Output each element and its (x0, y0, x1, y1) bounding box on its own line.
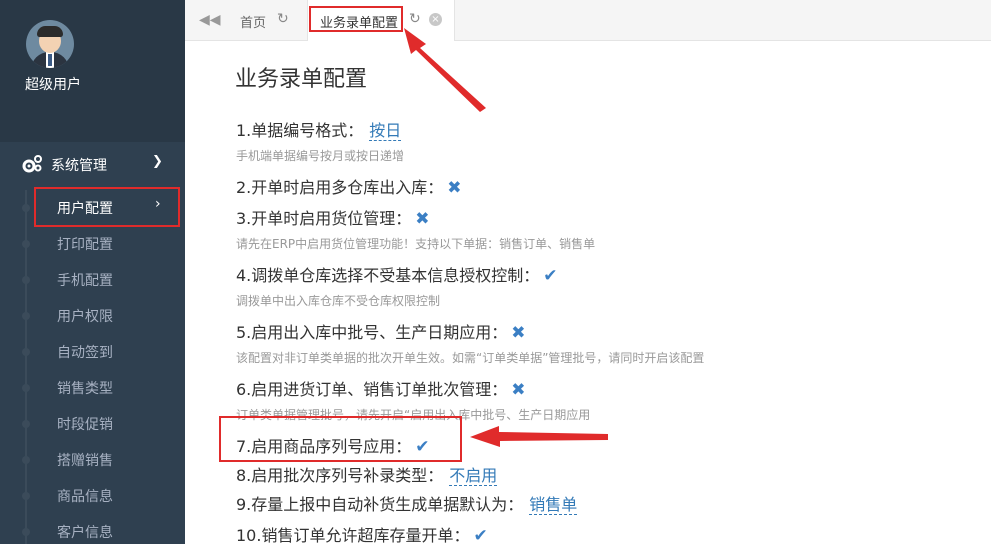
avatar[interactable] (26, 20, 74, 68)
sidebar-item-label: 手机配置 (57, 273, 113, 289)
menu-system-management[interactable]: 系统管理 ❯ (0, 150, 185, 178)
order-number-format-select[interactable]: 按日 (369, 121, 402, 141)
bullet-icon (22, 204, 30, 212)
setting-9: 9.存量上报中自动补货生成单据默认为： 销售单 (236, 491, 578, 515)
setting-label: 2.开单时启用多仓库出入库： (236, 178, 444, 197)
sidebar-item-customer-info[interactable]: 客户信息 (0, 514, 185, 544)
bullet-icon (22, 384, 30, 392)
sidebar-item-mobile-config[interactable]: 手机配置 (0, 262, 185, 298)
setting-4: 4.调拨单仓库选择不受基本信息授权控制： ✔ (236, 262, 558, 286)
auto-replenish-doc-select[interactable]: 销售单 (529, 495, 578, 515)
sidebar-item-label: 打印配置 (57, 237, 113, 253)
sidebar: 超级用户 系统管理 ❯ 用户配置 › 打印配置 手机配置 用户权限 自动签到 销… (0, 0, 185, 544)
sidebar-item-label: 搭赠销售 (57, 453, 113, 469)
setting-hint: 手机端单据编号按月或按日递增 (236, 149, 405, 163)
setting-10: 10.销售订单允许超库存量开单： ✔ (236, 522, 488, 544)
setting-label: 9.存量上报中自动补货生成单据默认为： (236, 495, 524, 514)
sidebar-item-auto-checkin[interactable]: 自动签到 (0, 334, 185, 370)
sidebar-item-label: 客户信息 (57, 525, 113, 541)
profile-section: 超级用户 (0, 0, 185, 142)
setting-8: 8.启用批次序列号补录类型： 不启用 (236, 462, 498, 486)
annotation-box-setting-7 (219, 416, 462, 462)
sidebar-item-label: 自动签到 (57, 345, 113, 361)
setting-2: 2.开单时启用多仓库出入库： ✖ (236, 174, 462, 198)
gears-icon (22, 155, 42, 173)
page-title: 业务录单配置 (235, 67, 368, 92)
chevron-down-icon: ❯ (152, 154, 163, 169)
sidebar-item-product-info[interactable]: 商品信息 (0, 478, 185, 514)
setting-hint: 请先在ERP中启用货位管理功能！支持以下单据：销售订单、销售单 (236, 237, 596, 251)
annotation-box-user-config (34, 187, 180, 227)
annotation-box-tab (309, 6, 403, 32)
setting-label: 3.开单时启用货位管理： (236, 209, 412, 228)
setting-1: 1.单据编号格式： 按日 (236, 117, 402, 141)
tab-home[interactable]: 首页 ↻ (227, 0, 305, 41)
sidebar-item-sales-type[interactable]: 销售类型 (0, 370, 185, 406)
setting-label: 10.销售订单允许超库存量开单： (236, 526, 470, 544)
bullet-icon (22, 420, 30, 428)
close-icon[interactable]: × (429, 13, 442, 26)
cross-icon[interactable]: ✖ (511, 323, 525, 343)
sidebar-item-label: 用户权限 (57, 309, 113, 325)
setting-label: 5.启用出入库中批号、生产日期应用： (236, 323, 508, 342)
bullet-icon (22, 276, 30, 284)
setting-label: 4.调拨单仓库选择不受基本信息授权控制： (236, 266, 540, 285)
cross-icon[interactable]: ✖ (511, 380, 525, 400)
bullet-icon (22, 492, 30, 500)
sidebar-item-user-permissions[interactable]: 用户权限 (0, 298, 185, 334)
setting-5: 5.启用出入库中批号、生产日期应用： ✖ (236, 319, 526, 343)
sidebar-item-label: 时段促销 (57, 417, 113, 433)
bullet-icon (22, 528, 30, 536)
check-icon[interactable]: ✔ (543, 266, 557, 286)
cross-icon[interactable]: ✖ (447, 178, 461, 198)
bullet-icon (22, 456, 30, 464)
batch-serial-type-select[interactable]: 不启用 (449, 466, 498, 486)
refresh-icon[interactable]: ↻ (277, 11, 289, 27)
cross-icon[interactable]: ✖ (415, 209, 429, 229)
setting-3: 3.开单时启用货位管理： ✖ (236, 205, 430, 229)
sidebar-item-gift-sales[interactable]: 搭赠销售 (0, 442, 185, 478)
sidebar-item-print-config[interactable]: 打印配置 (0, 226, 185, 262)
bullet-icon (22, 348, 30, 356)
tab-bar: ◀◀ 首页 ↻ 业务录单配置 ↻ × (185, 0, 991, 41)
setting-hint: 调拨单中出入库仓库不受仓库权限控制 (236, 294, 441, 308)
bullet-icon (22, 240, 30, 248)
username[interactable]: 超级用户 (25, 74, 81, 94)
menu-header-label: 系统管理 (51, 158, 107, 174)
setting-label: 1.单据编号格式： (236, 121, 364, 140)
setting-hint: 该配置对非订单类单据的批次开单生效。如需“订单类单据”管理批号，请同时开启该配置 (236, 351, 705, 365)
tab-home-label: 首页 (240, 16, 267, 31)
setting-label: 6.启用进货订单、销售订单批次管理： (236, 380, 508, 399)
bullet-icon (22, 312, 30, 320)
check-icon[interactable]: ✔ (473, 526, 487, 544)
double-chevron-left-icon[interactable]: ◀◀ (199, 12, 221, 28)
sidebar-item-label: 商品信息 (57, 489, 113, 505)
setting-label: 8.启用批次序列号补录类型： (236, 466, 444, 485)
sidebar-item-label: 销售类型 (57, 381, 113, 397)
refresh-icon[interactable]: ↻ (409, 11, 421, 27)
sidebar-item-time-promotion[interactable]: 时段促销 (0, 406, 185, 442)
setting-6: 6.启用进货订单、销售订单批次管理： ✖ (236, 376, 526, 400)
main-content: 业务录单配置 1.单据编号格式： 按日 手机端单据编号按月或按日递增 2.开单时启… (185, 41, 991, 544)
